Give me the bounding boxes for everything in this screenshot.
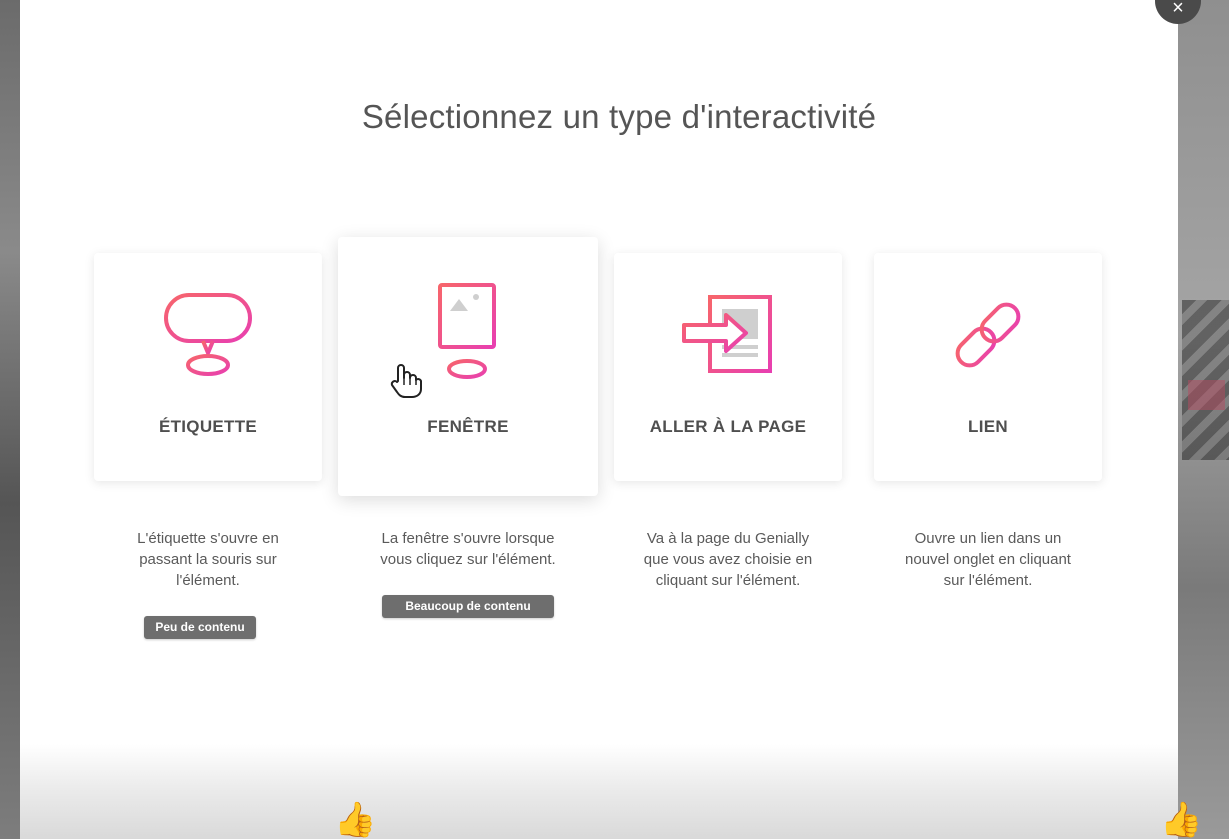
window-popup-icon (438, 283, 496, 379)
description-line: Va à la page du Genially (646, 530, 810, 547)
option-label: FENÊTRE (427, 417, 509, 436)
modal-bottom-fade (20, 744, 1178, 839)
close-icon: × (1172, 0, 1184, 19)
description-line: vous cliquez sur l'élément. (380, 551, 556, 568)
thumbs-up-icon: 👍 (1160, 801, 1203, 839)
link-icon (955, 293, 1021, 377)
option-card-fenetre[interactable]: FENÊTRE (338, 237, 598, 496)
option-card-etiquette[interactable]: ÉTIQUETTE (94, 253, 322, 481)
speech-bubble-icon (164, 293, 252, 376)
description-line: passant la souris sur (139, 551, 277, 568)
content-amount-badge: Peu de contenu (144, 616, 256, 639)
content-amount-badge: Beaucoup de contenu (382, 595, 554, 618)
description-line: sur l'élément. (943, 572, 1033, 589)
description-line: que vous avez choisie en (643, 551, 813, 568)
option-card-aller-a-la-page[interactable]: ALLER À LA PAGE (614, 253, 842, 481)
option-label: LIEN (968, 417, 1008, 436)
option-description-lien: Ouvre un lien dans un nouvel onglet en c… (874, 528, 1102, 591)
option-label: ALLER À LA PAGE (649, 417, 807, 436)
description-line: La fenêtre s'ouvre lorsque (381, 530, 555, 547)
option-card-lien[interactable]: LIEN (874, 253, 1102, 481)
background-app-left (0, 0, 20, 839)
option-description-etiquette: L'étiquette s'ouvre en passant la souris… (94, 528, 322, 591)
modal-title: Sélectionnez un type d'interactivité (361, 98, 877, 135)
option-label: ÉTIQUETTE (158, 417, 258, 436)
option-description-aller-a-la-page: Va à la page du Genially que vous avez c… (614, 528, 842, 591)
go-to-page-icon (682, 295, 772, 373)
thumbs-up-icon: 👍 (334, 801, 377, 839)
hand-cursor-icon (390, 364, 422, 398)
description-line: nouvel onglet en cliquant (905, 551, 1071, 568)
interactivity-type-modal: Sélectionnez un type d'interactivité ÉTI… (20, 0, 1178, 839)
option-description-fenetre: La fenêtre s'ouvre lorsque vous cliquez … (338, 528, 598, 570)
description-line: L'étiquette s'ouvre en (137, 530, 279, 547)
description-line: cliquant sur l'élément. (655, 572, 801, 589)
description-line: l'élément. (176, 572, 240, 589)
background-shape-accent (1188, 380, 1225, 410)
description-line: Ouvre un lien dans un (914, 530, 1062, 547)
